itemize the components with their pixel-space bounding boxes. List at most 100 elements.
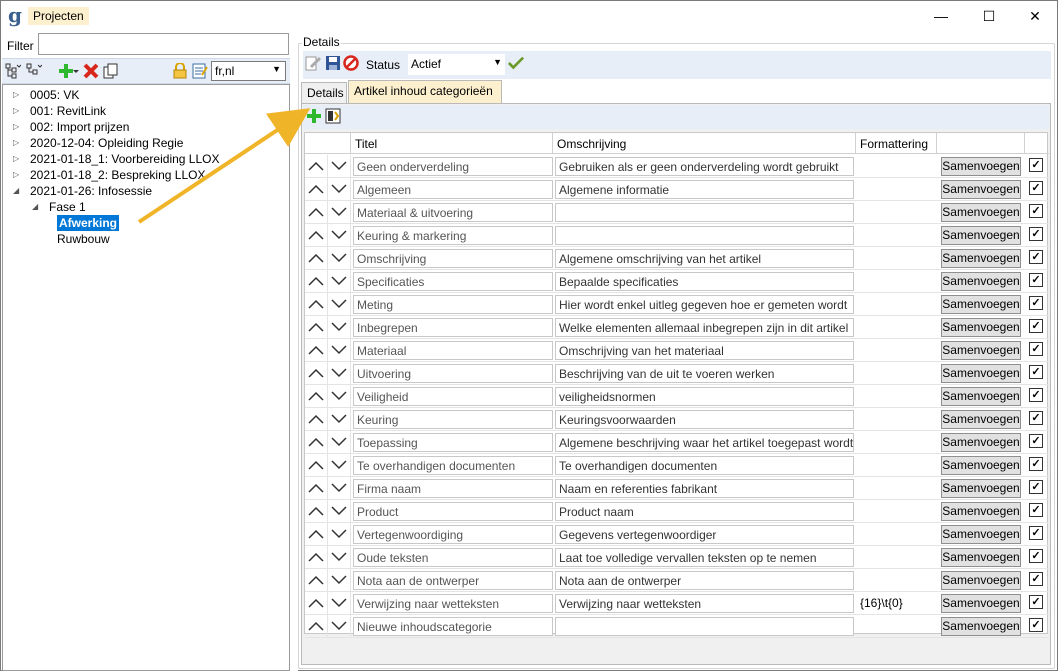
expand-arrow-icon[interactable]: ▷	[13, 103, 23, 119]
expand-arrow-icon[interactable]: ▷	[13, 135, 23, 151]
tree-item[interactable]: Afwerking	[57, 215, 120, 231]
tree-item[interactable]: 2021-01-18_2: Bespreking LLOX	[30, 167, 205, 183]
notes-icon[interactable]	[192, 63, 208, 79]
active-checkbox[interactable]: ✓	[1029, 181, 1043, 195]
tree-item[interactable]: 001: RevitLink	[30, 103, 106, 119]
cancel-icon[interactable]	[343, 55, 359, 71]
expand-all-icon[interactable]	[5, 63, 21, 79]
chevron-down-icon[interactable]	[329, 502, 349, 520]
chevron-up-icon[interactable]	[306, 226, 326, 244]
titel-field[interactable]: Oude teksten	[353, 548, 553, 567]
omschrijving-field[interactable]: Laat toe volledige vervallen teksten op …	[555, 548, 854, 567]
active-checkbox[interactable]: ✓	[1029, 319, 1043, 333]
samenvoegen-button[interactable]: Samenvoegen	[941, 571, 1021, 590]
chevron-down-icon[interactable]	[329, 571, 349, 589]
tab-artikel-inhoud-categorieen[interactable]: Artikel inhoud categorieën	[348, 80, 502, 103]
active-checkbox[interactable]: ✓	[1029, 595, 1043, 609]
samenvoegen-button[interactable]: Samenvoegen	[941, 594, 1021, 613]
minimize-button[interactable]: —	[918, 1, 964, 31]
active-checkbox[interactable]: ✓	[1029, 618, 1043, 632]
omschrijving-field[interactable]: Algemene omschrijving van het artikel	[555, 249, 854, 268]
chevron-down-icon[interactable]	[329, 548, 349, 566]
omschrijving-field[interactable]: Naam en referenties fabrikant	[555, 479, 854, 498]
chevron-down-icon[interactable]	[329, 157, 349, 175]
tree-item[interactable]: 002: Import prijzen	[30, 119, 129, 135]
collapse-arrow-icon[interactable]: ◢	[32, 199, 42, 215]
samenvoegen-button[interactable]: Samenvoegen	[941, 341, 1021, 360]
edit-icon[interactable]	[305, 55, 321, 71]
samenvoegen-button[interactable]: Samenvoegen	[941, 617, 1021, 636]
samenvoegen-button[interactable]: Samenvoegen	[941, 410, 1021, 429]
omschrijving-field[interactable]: Gegevens vertegenwoordiger	[555, 525, 854, 544]
active-checkbox[interactable]: ✓	[1029, 434, 1043, 448]
chevron-up-icon[interactable]	[306, 571, 326, 589]
active-checkbox[interactable]: ✓	[1029, 549, 1043, 563]
active-checkbox[interactable]: ✓	[1029, 204, 1043, 218]
expand-arrow-icon[interactable]: ▷	[13, 167, 23, 183]
active-checkbox[interactable]: ✓	[1029, 227, 1043, 241]
chevron-up-icon[interactable]	[306, 479, 326, 497]
omschrijving-field[interactable]: Beschrijving van de uit te voeren werken	[555, 364, 854, 383]
maximize-button[interactable]: ☐	[966, 1, 1012, 31]
chevron-down-icon[interactable]	[329, 525, 349, 543]
samenvoegen-button[interactable]: Samenvoegen	[941, 272, 1021, 291]
omschrijving-field[interactable]: Algemene informatie	[555, 180, 854, 199]
chevron-up-icon[interactable]	[306, 456, 326, 474]
active-checkbox[interactable]: ✓	[1029, 480, 1043, 494]
tree-item[interactable]: Fase 1	[49, 199, 86, 215]
chevron-up-icon[interactable]	[306, 617, 326, 635]
titel-field[interactable]: Meting	[353, 295, 553, 314]
titel-field[interactable]: Algemeen	[353, 180, 553, 199]
titel-field[interactable]: Materiaal	[353, 341, 553, 360]
chevron-up-icon[interactable]	[306, 364, 326, 382]
active-checkbox[interactable]: ✓	[1029, 572, 1043, 586]
add-row-icon[interactable]	[306, 108, 322, 124]
titel-field[interactable]: Geen onderverdeling	[353, 157, 553, 176]
samenvoegen-button[interactable]: Samenvoegen	[941, 364, 1021, 383]
samenvoegen-button[interactable]: Samenvoegen	[941, 295, 1021, 314]
active-checkbox[interactable]: ✓	[1029, 526, 1043, 540]
chevron-down-icon[interactable]	[329, 364, 349, 382]
status-select[interactable]: Actief ▼	[408, 54, 505, 75]
omschrijving-field[interactable]	[555, 617, 854, 636]
omschrijving-field[interactable]	[555, 203, 854, 222]
formattering-value[interactable]: {16}\t{0}	[860, 596, 903, 610]
chevron-up-icon[interactable]	[306, 548, 326, 566]
chevron-down-icon[interactable]	[329, 203, 349, 221]
active-checkbox[interactable]: ✓	[1029, 250, 1043, 264]
save-icon[interactable]	[325, 55, 341, 71]
chevron-up-icon[interactable]	[306, 318, 326, 336]
omschrijving-field[interactable]: Welke elementen allemaal inbegrepen zijn…	[555, 318, 854, 337]
copy-icon[interactable]	[103, 63, 119, 79]
chevron-up-icon[interactable]	[306, 249, 326, 267]
tree-item[interactable]: 2020-12-04: Opleiding Regie	[30, 135, 183, 151]
omschrijving-field[interactable]	[555, 226, 854, 245]
samenvoegen-button[interactable]: Samenvoegen	[941, 456, 1021, 475]
chevron-up-icon[interactable]	[306, 525, 326, 543]
titel-field[interactable]: Verwijzing naar wetteksten	[353, 594, 553, 613]
chevron-down-icon[interactable]	[329, 295, 349, 313]
active-checkbox[interactable]: ✓	[1029, 457, 1043, 471]
omschrijving-field[interactable]: Verwijzing naar wetteksten	[555, 594, 854, 613]
samenvoegen-button[interactable]: Samenvoegen	[941, 548, 1021, 567]
active-checkbox[interactable]: ✓	[1029, 503, 1043, 517]
titel-field[interactable]: Specificaties	[353, 272, 553, 291]
samenvoegen-button[interactable]: Samenvoegen	[941, 180, 1021, 199]
active-checkbox[interactable]: ✓	[1029, 158, 1043, 172]
samenvoegen-button[interactable]: Samenvoegen	[941, 525, 1021, 544]
splitter[interactable]	[290, 31, 298, 671]
omschrijving-field[interactable]: Algemene beschrijving waar het artikel t…	[555, 433, 854, 452]
tree-item[interactable]: 2021-01-18_1: Voorbereiding LLOX	[30, 151, 219, 167]
titel-field[interactable]: Toepassing	[353, 433, 553, 452]
collapse-all-icon[interactable]	[26, 63, 42, 79]
chevron-up-icon[interactable]	[306, 410, 326, 428]
samenvoegen-button[interactable]: Samenvoegen	[941, 226, 1021, 245]
close-button[interactable]: ✕	[1012, 1, 1058, 31]
titel-field[interactable]: Keuring	[353, 410, 553, 429]
omschrijving-field[interactable]: Keuringsvoorwaarden	[555, 410, 854, 429]
chevron-up-icon[interactable]	[306, 387, 326, 405]
lock-icon[interactable]	[172, 63, 188, 79]
export-icon[interactable]	[325, 108, 341, 124]
delete-icon[interactable]	[83, 63, 99, 79]
expand-arrow-icon[interactable]: ▷	[13, 151, 23, 167]
